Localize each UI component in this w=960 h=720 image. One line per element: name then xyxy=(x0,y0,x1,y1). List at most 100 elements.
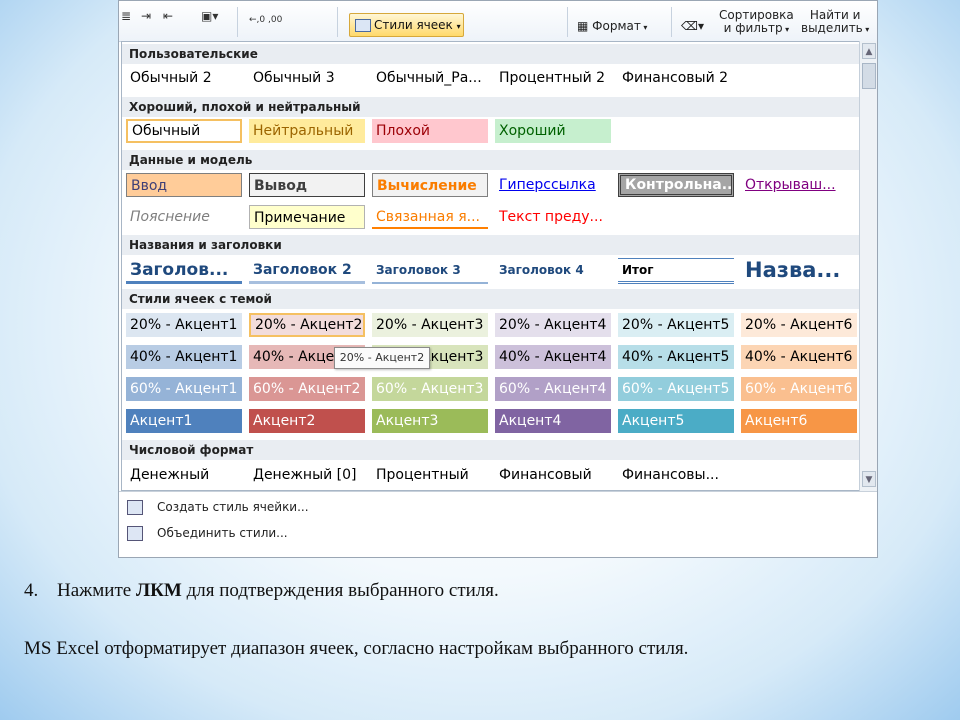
style-20-accent4[interactable]: 20% - Акцент4 xyxy=(495,313,611,337)
excel-screenshot: ≣ ⇥ ⇤ ▣▾ ←,0 ,00 Стили ячеек ▾ ▦ Формат … xyxy=(118,0,878,558)
style-accent5[interactable]: Акцент5 xyxy=(618,409,734,433)
ribbon: ≣ ⇥ ⇤ ▣▾ ←,0 ,00 Стили ячеек ▾ ▦ Формат … xyxy=(119,1,877,42)
divider xyxy=(671,7,672,37)
style-20-accent3[interactable]: 20% - Акцент3 xyxy=(372,313,488,337)
step-text-pre: Нажмите xyxy=(57,580,136,601)
merge-icon[interactable]: ▣▾ xyxy=(201,9,218,23)
style-60-accent2[interactable]: 60% - Акцент2 xyxy=(249,377,365,401)
style-cell[interactable]: Финансовый 2 xyxy=(618,66,734,90)
style-cell[interactable]: Обычный 3 xyxy=(249,66,365,90)
style-accent6[interactable]: Акцент6 xyxy=(741,409,857,433)
scroll-up-icon[interactable]: ▲ xyxy=(862,43,876,59)
clear-button[interactable]: ⌫▾ xyxy=(681,20,704,33)
style-40-accent5[interactable]: 40% - Акцент5 xyxy=(618,345,734,369)
scroll-thumb[interactable] xyxy=(862,63,876,89)
style-accent3[interactable]: Акцент3 xyxy=(372,409,488,433)
scroll-down-icon[interactable]: ▼ xyxy=(862,471,876,487)
step-text-bold: ЛКМ xyxy=(135,580,182,601)
section-header-custom: Пользовательские xyxy=(122,44,860,64)
style-percent[interactable]: Процентный xyxy=(372,463,488,487)
increase-decimal-button[interactable]: ←,0 ,00 xyxy=(249,15,282,25)
divider xyxy=(237,7,238,37)
style-60-accent3[interactable]: 60% - Акцент3 xyxy=(372,377,488,401)
style-60-accent6[interactable]: 60% - Акцент6 xyxy=(741,377,857,401)
style-title[interactable]: Назва... xyxy=(741,255,857,285)
style-heading-4[interactable]: Заголовок 4 xyxy=(495,258,611,284)
style-20-accent1[interactable]: 20% - Акцент1 xyxy=(126,313,242,337)
indent-increase-icon[interactable]: ⇥ xyxy=(141,9,151,23)
style-20-accent6[interactable]: 20% - Акцент6 xyxy=(741,313,857,337)
style-tooltip: 20% - Акцент2 xyxy=(334,347,430,369)
cell-styles-gallery: Пользовательские Обычный 2 Обычный 3 Обы… xyxy=(121,41,861,491)
style-followed-hyperlink[interactable]: Открываш... xyxy=(741,173,857,197)
chevron-down-icon: ▾ xyxy=(862,25,870,34)
style-heading-1[interactable]: Заголов... xyxy=(126,258,242,284)
style-check-cell[interactable]: Контрольна... xyxy=(618,173,734,197)
merge-styles-item[interactable]: Объединить стили... xyxy=(157,526,288,540)
style-cell[interactable]: Обычный_Ра... xyxy=(372,66,488,90)
style-currency[interactable]: Денежный xyxy=(126,463,242,487)
style-40-accent4[interactable]: 40% - Акцент4 xyxy=(495,345,611,369)
style-heading-2[interactable]: Заголовок 2 xyxy=(249,258,365,284)
chevron-down-icon: ▾ xyxy=(640,23,648,32)
style-explanatory[interactable]: Пояснение xyxy=(126,205,242,229)
style-output[interactable]: Вывод xyxy=(249,173,365,197)
style-40-accent6[interactable]: 40% - Акцент6 xyxy=(741,345,857,369)
indent-decrease-icon[interactable]: ⇤ xyxy=(163,9,173,23)
result-caption: MS Excel отформатирует диапазон ячеек, с… xyxy=(24,638,689,659)
style-input[interactable]: Ввод xyxy=(126,173,242,197)
style-linked-cell[interactable]: Связанная я... xyxy=(372,205,488,229)
cell-styles-label: Стили ячеек xyxy=(374,18,453,32)
style-60-accent4[interactable]: 60% - Акцент4 xyxy=(495,377,611,401)
section-header-titles: Названия и заголовки xyxy=(122,235,860,255)
style-comma-0[interactable]: Финансовы... xyxy=(618,463,734,487)
step-text-post: для подтверждения выбранного стиля. xyxy=(181,580,499,601)
style-warning-text[interactable]: Текст преду... xyxy=(495,205,611,229)
cell-styles-icon xyxy=(355,19,371,32)
chevron-down-icon: ▾ xyxy=(456,22,461,31)
filter-label: и фильтр xyxy=(723,21,783,35)
find-select-button[interactable]: Найти и выделить ▾ xyxy=(801,9,869,36)
section-header-data-model: Данные и модель xyxy=(122,150,860,170)
merge-styles-icon xyxy=(127,526,143,541)
chevron-down-icon: ▾ xyxy=(782,25,790,34)
style-comma[interactable]: Финансовый xyxy=(495,463,611,487)
format-icon: ▦ xyxy=(577,19,593,33)
style-calculation[interactable]: Вычисление xyxy=(372,173,488,197)
style-20-accent2[interactable]: 20% - Акцент2 xyxy=(249,313,365,337)
style-hyperlink[interactable]: Гиперссылка xyxy=(495,173,611,197)
style-normal[interactable]: Обычный xyxy=(126,119,242,143)
style-40-accent1[interactable]: 40% - Акцент1 xyxy=(126,345,242,369)
gallery-scrollbar[interactable]: ▲ ▼ xyxy=(859,41,877,491)
style-20-accent5[interactable]: 20% - Акцент5 xyxy=(618,313,734,337)
section-header-themed: Стили ячеек с темой xyxy=(122,289,860,309)
format-button[interactable]: ▦ Формат ▾ xyxy=(577,20,647,34)
style-accent4[interactable]: Акцент4 xyxy=(495,409,611,433)
style-good[interactable]: Хороший xyxy=(495,119,611,143)
format-label: Формат xyxy=(592,19,641,33)
step-number: 4. xyxy=(24,580,39,601)
style-total[interactable]: Итог xyxy=(618,258,734,284)
style-note[interactable]: Примечание xyxy=(249,205,365,229)
style-cell[interactable]: Обычный 2 xyxy=(126,66,242,90)
eraser-icon: ⌫▾ xyxy=(681,19,704,33)
style-60-accent5[interactable]: 60% - Акцент5 xyxy=(618,377,734,401)
style-bad[interactable]: Плохой xyxy=(372,119,488,143)
cell-styles-button[interactable]: Стили ячеек ▾ xyxy=(349,13,464,37)
style-accent1[interactable]: Акцент1 xyxy=(126,409,242,433)
style-accent2[interactable]: Акцент2 xyxy=(249,409,365,433)
step-caption: 4. Нажмите ЛКМ для подтверждения выбранн… xyxy=(24,580,499,602)
style-currency-0[interactable]: Денежный [0] xyxy=(249,463,365,487)
section-header-good-bad: Хороший, плохой и нейтральный xyxy=(122,97,860,117)
divider xyxy=(567,7,568,37)
style-cell[interactable]: Процентный 2 xyxy=(495,66,611,90)
section-header-number: Числовой формат xyxy=(122,440,860,460)
style-neutral[interactable]: Нейтральный xyxy=(249,119,365,143)
create-style-item[interactable]: Создать стиль ячейки... xyxy=(157,500,309,514)
sort-filter-button[interactable]: Сортировка и фильтр ▾ xyxy=(719,9,794,36)
align-icon[interactable]: ≣ xyxy=(121,9,131,23)
select-label: выделить xyxy=(801,21,863,35)
styles-menu: Создать стиль ячейки... Объединить стили… xyxy=(119,491,877,554)
style-60-accent1[interactable]: 60% - Акцент1 xyxy=(126,377,242,401)
style-heading-3[interactable]: Заголовок 3 xyxy=(372,258,488,284)
